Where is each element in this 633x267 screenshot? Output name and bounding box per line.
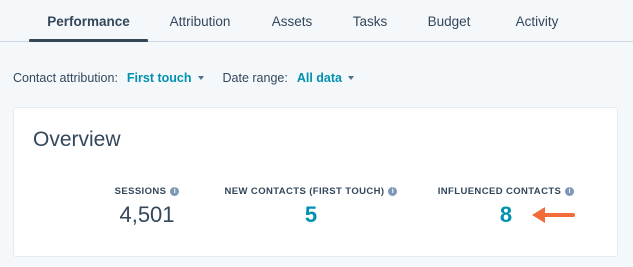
influenced-contacts-label: INFLUENCED CONTACTS	[437, 186, 562, 197]
tab-budget[interactable]: Budget	[417, 0, 481, 42]
contact-attribution-value: First touch	[126, 71, 192, 85]
filter-bar: Contact attribution: First touch Date ra…	[13, 69, 354, 87]
tab-performance[interactable]: Performance	[29, 0, 148, 42]
contact-attribution-dropdown[interactable]: First touch	[127, 71, 204, 85]
annotation-arrow-icon	[532, 207, 575, 223]
new-contacts-label: NEW CONTACTS (FIRST TOUCH)	[224, 186, 385, 197]
tab-assets[interactable]: Assets	[262, 0, 322, 42]
date-range-value: All data	[296, 71, 342, 85]
chevron-down-icon	[197, 76, 204, 80]
info-icon[interactable]: i	[388, 187, 398, 196]
info-icon[interactable]: i	[565, 187, 575, 196]
info-icon[interactable]: i	[170, 187, 180, 196]
new-contacts-metric: NEW CONTACTS (FIRST TOUCH) i 5	[211, 186, 411, 228]
active-tab-indicator	[29, 39, 148, 42]
date-range-label: Date range:	[222, 71, 288, 85]
contact-attribution-label: Contact attribution:	[13, 71, 118, 85]
tab-activity[interactable]: Activity	[503, 0, 571, 42]
chevron-down-icon	[348, 76, 354, 80]
sessions-label: SESSIONS	[114, 186, 167, 197]
sessions-metric: SESSIONS i 4,501	[77, 186, 217, 228]
overview-title: Overview	[33, 128, 121, 151]
tab-tasks[interactable]: Tasks	[344, 0, 396, 42]
date-range-dropdown[interactable]: All data	[297, 71, 354, 85]
new-contacts-value[interactable]: 5	[211, 202, 411, 228]
tab-attribution[interactable]: Attribution	[158, 0, 242, 42]
tab-bar: Performance Attribution Assets Tasks Bud…	[0, 0, 633, 42]
overview-card: Overview SESSIONS i 4,501 NEW CONTACTS (…	[13, 107, 618, 257]
sessions-value: 4,501	[119, 202, 175, 227]
